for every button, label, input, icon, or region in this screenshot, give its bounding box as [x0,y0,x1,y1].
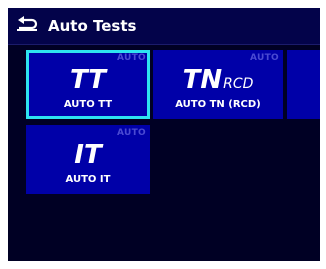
instrument-screen: Auto Tests AUTO TT AUTO TT AUTO TNRCD AU… [8,8,320,261]
tile-auto-tn-rcd[interactable]: AUTO TNRCD AUTO TN (RCD) [153,50,283,119]
auto-tag: AUTO [117,53,146,63]
header-bar: Auto Tests [8,8,320,45]
tile-symbol: TT [69,65,107,95]
tile-symbol: IT [74,140,102,170]
tile-partial-next[interactable] [287,50,320,119]
page-title: Auto Tests [48,17,137,35]
auto-tag: AUTO [250,53,279,63]
tile-label: AUTO TN (RCD) [175,99,261,110]
tile-auto-it[interactable]: AUTO IT AUTO IT [26,125,150,194]
tile-label: AUTO TT [63,99,113,110]
tile-label: AUTO IT [65,174,111,185]
auto-tag: AUTO [117,128,146,138]
tile-symbol: TNRCD [182,65,254,95]
tile-auto-tt[interactable]: AUTO TT AUTO TT [26,50,150,119]
back-arrow-icon[interactable] [15,14,39,34]
